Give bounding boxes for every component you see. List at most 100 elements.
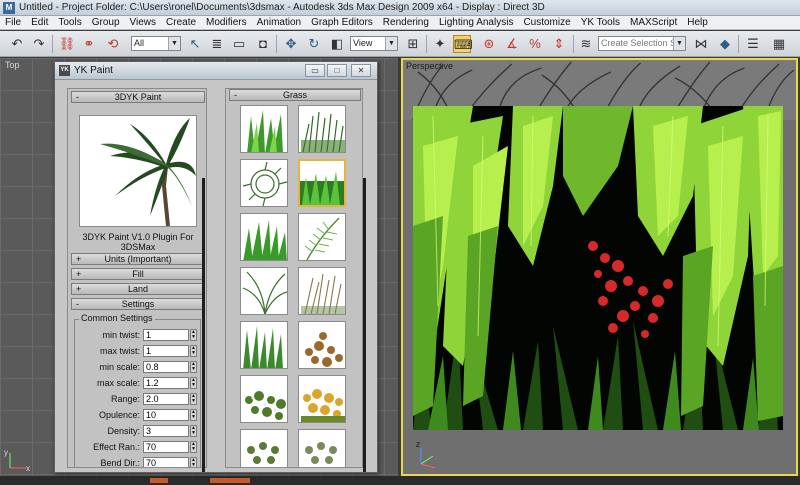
menu-tools[interactable]: Tools <box>53 16 86 30</box>
reference-coordinate-value: View <box>353 38 373 48</box>
select-and-link-icon[interactable]: ⛓ <box>58 35 76 53</box>
named-selection-set-dropdown[interactable]: Create Selection Se ▼ <box>598 36 686 51</box>
bend-dir-spinner[interactable]: ▲ ▼ <box>190 457 197 467</box>
minimize-button[interactable]: ▭ <box>305 64 325 77</box>
menu-customize[interactable]: Customize <box>518 16 575 30</box>
grass-thumbnail[interactable] <box>240 429 288 467</box>
select-object-icon[interactable]: ↖ <box>186 35 204 53</box>
rollout-fill[interactable]: + Fill <box>71 268 205 280</box>
max-twist-input[interactable]: 1 <box>143 345 189 357</box>
reference-coordinate-dropdown[interactable]: View ▼ <box>350 36 398 51</box>
graphite-ribbon-icon[interactable]: ▦ <box>770 35 788 53</box>
menu-maxscript[interactable]: MAXScript <box>625 16 682 30</box>
chevron-down-icon: ▼ <box>168 37 180 50</box>
angle-snap-icon[interactable]: ∡ <box>503 35 521 53</box>
pivot-center-icon[interactable]: ⊞ <box>404 35 422 53</box>
menu-rendering[interactable]: Rendering <box>378 16 434 30</box>
density-spinner[interactable]: ▲ ▼ <box>190 425 197 437</box>
grass-thumbnail[interactable] <box>298 213 346 261</box>
keyboard-shortcut-override-icon[interactable]: ⌨ <box>453 35 473 53</box>
rollout-settings[interactable]: - Settings <box>71 298 205 310</box>
grass-library-scrollbar[interactable] <box>363 178 366 472</box>
opulence-spinner[interactable]: ▲ ▼ <box>190 409 197 421</box>
undo-icon[interactable]: ↶ <box>8 35 26 53</box>
close-button[interactable]: ✕ <box>351 64 371 77</box>
effect-range-spinner[interactable]: ▲ ▼ <box>190 441 197 453</box>
grass-thumbnail[interactable] <box>240 267 288 315</box>
max-scale-spinner[interactable]: ▲ ▼ <box>190 377 197 389</box>
opulence-input[interactable]: 10 <box>143 409 189 421</box>
bend-dir-input[interactable]: 70 <box>143 457 189 467</box>
menu-modifiers[interactable]: Modifiers <box>201 16 252 30</box>
perspective-viewport[interactable]: Perspective z <box>401 58 798 476</box>
menu-group[interactable]: Group <box>87 16 125 30</box>
grass-thumbnail[interactable] <box>240 105 288 153</box>
spinner-snap-icon[interactable]: ⇕ <box>550 35 568 53</box>
select-and-move-icon[interactable]: ✥ <box>282 35 300 53</box>
grass-thumbnail[interactable] <box>298 375 346 423</box>
perspective-viewport-label[interactable]: Perspective <box>406 61 453 71</box>
rectangular-selection-icon[interactable]: ▭ <box>230 35 248 53</box>
layer-manager-icon[interactable]: ☰ <box>744 35 762 53</box>
grass-thumbnail[interactable] <box>240 159 288 207</box>
menu-file[interactable]: File <box>0 16 26 30</box>
rollout-3dyk-paint[interactable]: - 3DYK Paint <box>71 91 205 103</box>
max-twist-spinner[interactable]: ▲ ▼ <box>190 345 197 357</box>
yk-paint-window[interactable]: YK YK Paint ▭ □ ✕ - 3DYK Paint 3DYK Pain… <box>54 61 378 473</box>
rollout-fill-label: Fill <box>132 269 144 279</box>
min-twist-spinner[interactable]: ▲ ▼ <box>190 329 197 341</box>
menu-lighting-analysis[interactable]: Lighting Analysis <box>434 16 519 30</box>
yk-paint-title-bar[interactable]: YK YK Paint ▭ □ ✕ <box>55 62 377 80</box>
menu-animation[interactable]: Animation <box>252 16 306 30</box>
edit-named-selection-icon[interactable]: ≋ <box>577 35 595 53</box>
range-input[interactable]: 2.0 <box>143 393 189 405</box>
min-scale-input[interactable]: 0.8 <box>143 361 189 373</box>
grass-thumbnail[interactable] <box>298 267 346 315</box>
selection-filter-dropdown[interactable]: All ▼ <box>131 36 181 51</box>
menu-yk-tools[interactable]: YK Tools <box>576 16 625 30</box>
palm-tree-image <box>80 116 196 227</box>
grass-thumbnail[interactable] <box>240 213 288 261</box>
field-range: Range: 2.0 ▲ ▼ <box>75 393 202 407</box>
left-panel-scrollbar[interactable] <box>202 178 205 472</box>
mirror-icon[interactable]: ⋈ <box>692 35 710 53</box>
effect-range-input[interactable]: 70 <box>143 441 189 453</box>
grass-thumbnail[interactable] <box>298 321 346 369</box>
rollout-grass[interactable]: - Grass <box>229 89 361 101</box>
grass-thumbnail-selected[interactable] <box>298 159 346 207</box>
percent-snap-icon[interactable]: % <box>526 35 544 53</box>
density-input[interactable]: 3 <box>143 425 189 437</box>
align-icon[interactable]: ◆ <box>716 35 734 53</box>
redo-icon[interactable]: ↷ <box>30 35 48 53</box>
title-bar: M Untitled - Project Folder: C:\Users\ro… <box>0 0 800 16</box>
select-by-name-icon[interactable]: ≣ <box>208 35 226 53</box>
snaps-toggle-icon[interactable]: ⊛ <box>480 35 498 53</box>
field-bend-dir: Bend Dir.: 70 ▲ ▼ <box>75 457 202 467</box>
range-spinner[interactable]: ▲ ▼ <box>190 393 197 405</box>
grass-thumbnail[interactable] <box>298 105 346 153</box>
rollout-units[interactable]: + Units (Important) <box>71 253 205 265</box>
menu-help[interactable]: Help <box>682 16 713 30</box>
menu-graph-editors[interactable]: Graph Editors <box>306 16 378 30</box>
select-and-rotate-icon[interactable]: ↻ <box>305 35 323 53</box>
rollout-3dyk-paint-label: 3DYK Paint <box>114 92 162 102</box>
grass-thumbnail[interactable] <box>240 321 288 369</box>
select-and-manipulate-icon[interactable]: ✦ <box>431 35 449 53</box>
maximize-button[interactable]: □ <box>327 64 347 77</box>
unlink-selection-icon[interactable]: ⚭ <box>80 35 98 53</box>
select-and-scale-icon[interactable]: ◧ <box>328 35 346 53</box>
menu-create[interactable]: Create <box>161 16 201 30</box>
top-viewport-label[interactable]: Top <box>5 60 20 70</box>
bottom-strip <box>0 476 800 485</box>
min-twist-input[interactable]: 1 <box>143 329 189 341</box>
window-crossing-icon[interactable]: ◘ <box>254 35 272 53</box>
menu-edit[interactable]: Edit <box>26 16 53 30</box>
rollout-land[interactable]: + Land <box>71 283 205 295</box>
menu-views[interactable]: Views <box>125 16 162 30</box>
palm-preview-image <box>79 115 197 227</box>
max-scale-input[interactable]: 1.2 <box>143 377 189 389</box>
grass-thumbnail[interactable] <box>240 375 288 423</box>
grass-thumbnail[interactable] <box>298 429 346 467</box>
bind-space-warp-icon[interactable]: ⟲ <box>104 35 122 53</box>
min-scale-spinner[interactable]: ▲ ▼ <box>190 361 197 373</box>
